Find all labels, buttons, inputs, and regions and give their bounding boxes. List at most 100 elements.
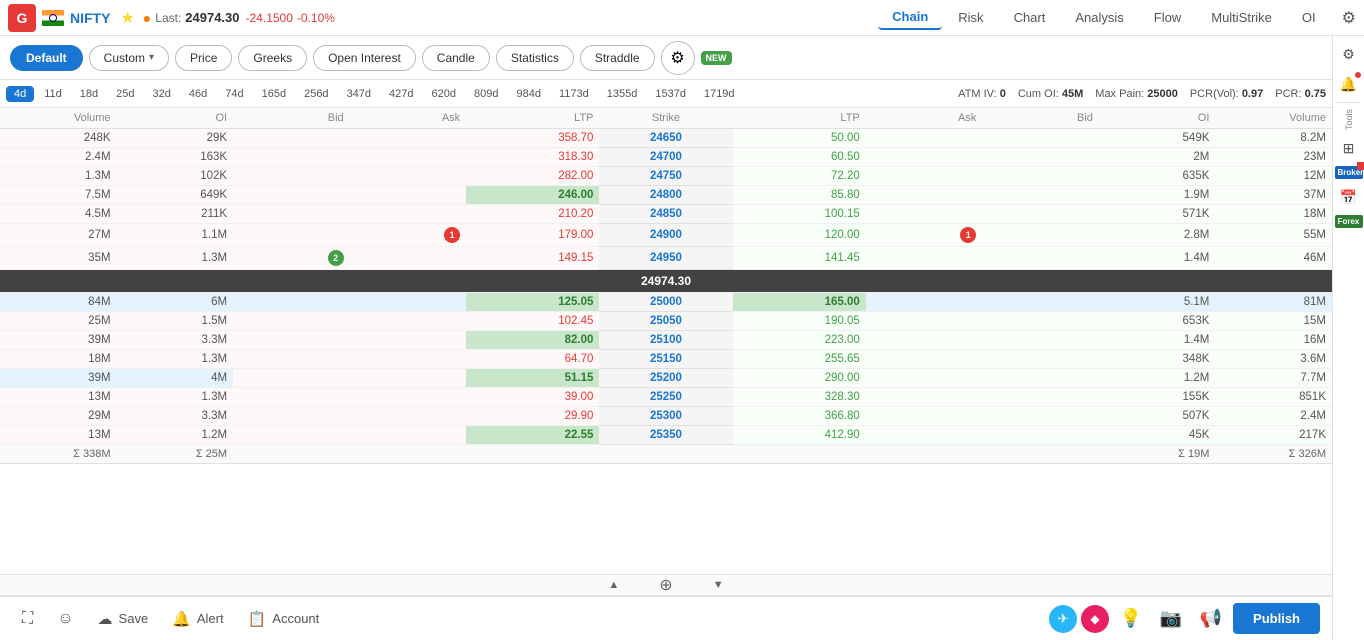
nav-tabs: Chain Risk Chart Analysis Flow MultiStri… [878,5,1330,30]
table-row[interactable]: 1.3M 102K 282.00 24750 72.20 635K 12M [0,167,1332,186]
telegram-icon: ✈ [1058,611,1069,627]
date-chip-427d[interactable]: 427d [381,86,421,102]
table-row[interactable]: 39M 3.3M 82.00 25100 223.00 1.4M 16M [0,331,1332,350]
scroll-up-button[interactable]: ▲ [608,579,619,591]
tab-chart[interactable]: Chart [1000,6,1060,29]
camera-button[interactable]: 📷 [1153,601,1189,637]
tab-analysis[interactable]: Analysis [1061,6,1137,29]
sidebar-notification-icon[interactable]: 🔔 [1337,72,1361,96]
date-chip-4d[interactable]: 4d [6,86,34,102]
table-row[interactable]: 84M 6M 125.05 25000 165.00 5.1M 81M [0,293,1332,312]
tab-oi[interactable]: OI [1288,6,1330,29]
expand-icon: ⛶ [22,610,33,628]
price-button[interactable]: Price [175,45,232,71]
sidebar-grid-icon[interactable]: ⊞ [1337,136,1361,160]
last-label: Last: [155,11,181,25]
footer: ⛶ ☺ ☁ Save 🔔 Alert 📋 Account ✈ ◆ [0,596,1332,640]
avatar: G [8,4,36,32]
date-chip-1719d[interactable]: 1719d [696,86,743,102]
table-row[interactable]: 27M 1.1M 1 179.00 24900 120.00 1 2 [0,224,1332,247]
sidebar-settings-icon[interactable]: ⚙ [1337,42,1361,66]
change-pct: -0.10% [297,11,335,25]
table-row[interactable]: 29M 3.3M 29.90 25300 366.80 507K 2.4M [0,407,1332,426]
badge-green-1: 2 [328,250,344,266]
sidebar-calendar-icon[interactable]: 📅 [1337,185,1361,209]
save-label: Save [119,611,149,626]
broker-badge[interactable]: Broker [1335,166,1363,179]
star-icon[interactable]: ★ [120,8,134,28]
col-header-bid-p: Bid [982,108,1099,129]
tab-chain[interactable]: Chain [878,5,942,30]
custom-button[interactable]: Custom ▾ [89,45,169,71]
open-interest-button[interactable]: Open Interest [313,45,416,71]
face-button[interactable]: ☺ [47,604,83,634]
tab-flow[interactable]: Flow [1140,6,1195,29]
alert-button[interactable]: 🔔 Alert [162,604,233,634]
account-button[interactable]: 📋 Account [238,604,330,634]
date-chip-809d[interactable]: 809d [466,86,506,102]
table-row[interactable]: 2.4M 163K 318.30 24700 60.50 2M 23M [0,148,1332,167]
gear-settings-button[interactable]: ⚙ [661,41,695,75]
table-row[interactable]: 248K 29K 358.70 24650 50.00 549K 8.2M [0,129,1332,148]
date-chip-165d[interactable]: 165d [254,86,294,102]
table-row[interactable]: 13M 1.2M 22.55 25350 412.90 45K 217K [0,426,1332,445]
date-chip-620d[interactable]: 620d [424,86,464,102]
scroll-down-button[interactable]: ▼ [713,579,724,591]
publish-button[interactable]: Publish [1233,603,1320,634]
col-header-bid-c: Bid [233,108,350,129]
lightbulb-icon: 💡 [1120,608,1142,629]
expand-button[interactable]: ⛶ [12,604,43,634]
main-content: Default Custom ▾ Price Greeks Open Inter… [0,36,1332,640]
table-row[interactable]: 35M 1.3M 2 149.15 24950 141.45 1.4M 46M [0,247,1332,270]
date-chip-984d[interactable]: 984d [509,86,549,102]
date-chip-18d[interactable]: 18d [72,86,106,102]
straddle-button[interactable]: Straddle [580,45,655,71]
center-target-icon[interactable]: ⊕ [659,575,672,595]
statistics-button[interactable]: Statistics [496,45,574,71]
account-label: Account [272,611,319,626]
last-value: 24974.30 [185,10,239,25]
table-row[interactable]: 25M 1.5M 102.45 25050 190.05 653K 15M [0,312,1332,331]
table-row[interactable]: 18M 1.3M 64.70 25150 255.65 348K 3.6M [0,350,1332,369]
share-icon: 📢 [1200,608,1222,629]
date-chip-74d[interactable]: 74d [217,86,251,102]
col-header-ask-p: Ask [866,108,983,129]
share-button[interactable]: 📢 [1193,601,1229,637]
col-header-ltp-c: LTP [466,108,599,129]
date-chip-11d[interactable]: 11d [36,86,70,102]
greeks-button[interactable]: Greeks [238,45,307,71]
table-row[interactable]: 13M 1.3M 39.00 25250 328.30 155K 851K [0,388,1332,407]
chevron-down-icon: ▾ [149,52,154,63]
telegram-button[interactable]: ✈ [1049,605,1077,633]
coin-icon: ● [143,10,151,26]
forex-badge[interactable]: Forex [1335,215,1363,228]
lightbulb-button[interactable]: 💡 [1113,601,1149,637]
toolbar: Default Custom ▾ Price Greeks Open Inter… [0,36,1332,80]
settings-icon[interactable]: ⚙ [1342,8,1356,28]
date-chip-1173d[interactable]: 1173d [551,86,597,102]
date-chip-46d[interactable]: 46d [181,86,215,102]
right-sidebar: ⚙ 🔔 Tools ⊞ Broker 📅 Forex [1332,36,1364,640]
flag-icon [42,10,64,26]
table-row[interactable]: 7.5M 649K 246.00 24800 85.80 1.9M 37M [0,186,1332,205]
candle-button[interactable]: Candle [422,45,490,71]
date-chip-32d[interactable]: 32d [145,86,179,102]
table-row[interactable]: 4.5M 211K 210.20 24850 100.15 571K 18M [0,205,1332,224]
date-chip-347d[interactable]: 347d [339,86,379,102]
alert-label: Alert [197,611,224,626]
default-button[interactable]: Default [10,45,83,71]
date-chip-1537d[interactable]: 1537d [647,86,694,102]
date-chip-1355d[interactable]: 1355d [599,86,646,102]
table-scroll[interactable]: Volume OI Bid Ask LTP Strike LTP Ask Bid… [0,108,1332,574]
table-row[interactable]: 39M 4M 51.15 25200 290.00 1.2M 7.7M [0,369,1332,388]
diamond-button[interactable]: ◆ [1081,605,1109,633]
tab-multistrike[interactable]: MultiStrike [1197,6,1286,29]
tab-risk[interactable]: Risk [944,6,997,29]
col-header-volume-c: Volume [0,108,117,129]
face-icon: ☺ [57,610,73,628]
save-button[interactable]: ☁ Save [88,604,159,634]
date-chip-256d[interactable]: 256d [296,86,336,102]
col-header-volume-p: Volume [1215,108,1332,129]
col-header-oi-c: OI [117,108,234,129]
date-chip-25d[interactable]: 25d [108,86,142,102]
